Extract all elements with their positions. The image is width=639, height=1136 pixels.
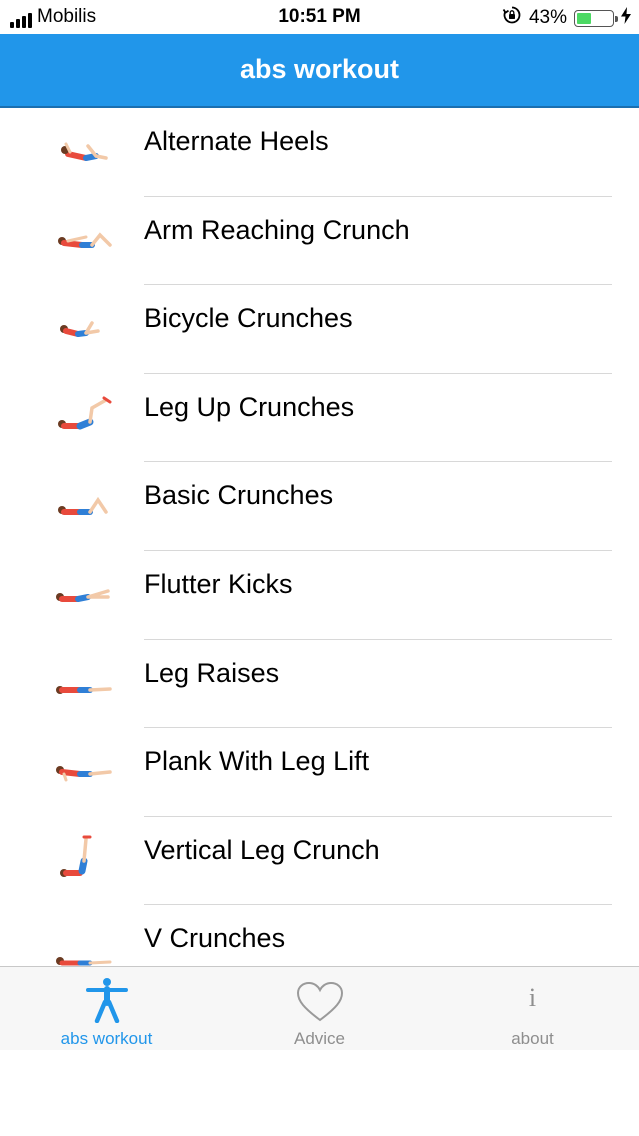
bicycle-crunches-figure-icon bbox=[52, 301, 118, 347]
exercise-label: V Crunches bbox=[144, 923, 286, 954]
exercise-label: Leg Raises bbox=[144, 657, 280, 688]
leg-up-crunches-figure-icon bbox=[52, 390, 118, 436]
info-icon: i bbox=[528, 983, 537, 1012]
arm-reaching-crunch-figure-icon bbox=[52, 213, 118, 259]
exercise-row[interactable]: Plank With Leg Lift bbox=[0, 728, 639, 817]
tab-bar: abs workout Advice i about bbox=[0, 966, 639, 1050]
bottom-blank bbox=[0, 1050, 639, 1136]
battery-percent: 43% bbox=[528, 7, 567, 28]
heart-icon bbox=[213, 977, 426, 1023]
exercise-label: Basic Crunches bbox=[144, 480, 334, 511]
charging-icon bbox=[621, 6, 631, 30]
exercise-label: Arm Reaching Crunch bbox=[144, 214, 410, 245]
battery-fill bbox=[577, 12, 591, 24]
exercise-row[interactable]: Leg Raises bbox=[0, 640, 639, 729]
exercise-label: Plank With Leg Lift bbox=[144, 746, 370, 777]
exercise-row[interactable]: Basic Crunches bbox=[0, 462, 639, 551]
rotation-lock-icon bbox=[502, 5, 522, 31]
leg-raises-figure-icon bbox=[52, 656, 118, 702]
status-bar: Mobilis 10:51 PM 43% bbox=[0, 0, 639, 34]
tab-label: Advice bbox=[293, 1029, 346, 1048]
plank-leg-lift-figure-icon bbox=[52, 744, 118, 790]
exercise-row[interactable]: Alternate Heels bbox=[0, 108, 639, 197]
exercise-label: Bicycle Crunches bbox=[144, 303, 353, 334]
basic-crunches-figure-icon bbox=[52, 478, 118, 524]
battery-icon bbox=[574, 9, 618, 27]
v-crunches-figure-icon bbox=[52, 921, 118, 966]
exercise-label: Leg Up Crunches bbox=[144, 391, 355, 422]
flutter-kicks-figure-icon bbox=[52, 567, 118, 613]
exercise-row[interactable]: Leg Up Crunches bbox=[0, 374, 639, 463]
exercise-row[interactable]: Vertical Leg Crunch bbox=[0, 817, 639, 906]
status-right: 43% bbox=[502, 5, 631, 31]
exercise-label: Alternate Heels bbox=[144, 126, 329, 156]
exercise-label: Flutter Kicks bbox=[144, 568, 293, 599]
page-title: abs workout bbox=[239, 54, 400, 84]
tab-label: about bbox=[511, 1029, 554, 1048]
vertical-leg-crunch-figure-icon bbox=[52, 833, 118, 879]
tab-advice[interactable]: Advice bbox=[213, 967, 426, 1051]
alternate-heels-figure-icon bbox=[52, 124, 118, 170]
exercise-row[interactable]: Flutter Kicks bbox=[0, 551, 639, 640]
exercise-list[interactable]: Alternate Heels Arm Reaching Crunch Bicycl… bbox=[0, 108, 639, 966]
exercise-row[interactable]: V Crunches bbox=[0, 905, 639, 966]
exercise-row[interactable]: Bicycle Crunches bbox=[0, 285, 639, 374]
tab-label: abs workout bbox=[60, 1029, 153, 1048]
tab-about[interactable]: i about bbox=[426, 967, 639, 1051]
tab-abs-workout[interactable]: abs workout bbox=[0, 967, 213, 1051]
exercise-label: Vertical Leg Crunch bbox=[144, 834, 380, 865]
nav-bar: abs workout bbox=[0, 34, 639, 108]
person-icon bbox=[0, 977, 213, 1023]
exercise-row[interactable]: Arm Reaching Crunch bbox=[0, 197, 639, 286]
